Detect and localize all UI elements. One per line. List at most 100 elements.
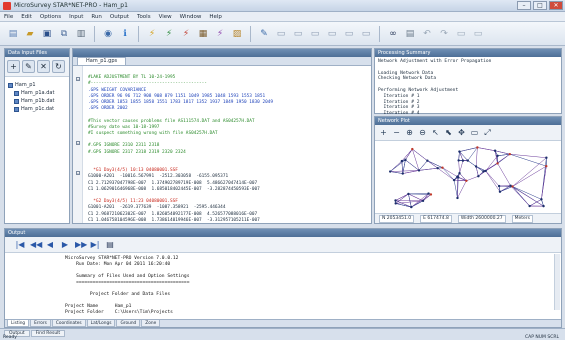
network-station[interactable] — [508, 152, 512, 156]
tool-d-icon[interactable]: ▭ — [325, 27, 339, 41]
bottom-tab-find[interactable]: Find Result — [30, 330, 66, 337]
pan-icon[interactable]: ✥ — [457, 128, 466, 137]
tab-coordinates[interactable]: Coordinates — [51, 320, 86, 327]
menu-window[interactable]: Window — [180, 14, 202, 20]
network-station[interactable] — [407, 192, 410, 196]
network-station[interactable] — [540, 198, 543, 201]
menu-input[interactable]: Input — [69, 14, 83, 20]
network-station[interactable] — [417, 169, 421, 172]
print-icon[interactable]: ▥ — [74, 27, 88, 41]
network-station[interactable] — [498, 190, 502, 193]
network-station[interactable] — [401, 172, 404, 175]
network-station[interactable] — [465, 179, 468, 182]
tab-errors[interactable]: Errors — [30, 320, 51, 327]
network-station[interactable] — [493, 149, 497, 152]
table-icon[interactable]: ▤ — [105, 240, 115, 249]
tool-a-icon[interactable]: ▭ — [274, 27, 288, 41]
refresh-button[interactable]: ↻ — [52, 60, 65, 73]
run-adjust-icon[interactable]: ⚡ — [145, 27, 159, 41]
network-station[interactable] — [461, 159, 465, 162]
network-station[interactable] — [441, 166, 444, 169]
remove-file-button[interactable]: ✕ — [37, 60, 50, 73]
network-station[interactable] — [458, 172, 461, 175]
select-icon[interactable]: ↖ — [431, 128, 440, 137]
network-station[interactable] — [426, 159, 429, 162]
network-station[interactable] — [528, 204, 531, 208]
network-station[interactable] — [456, 175, 459, 178]
menu-edit[interactable]: Edit — [21, 14, 32, 20]
tab-latlongs[interactable]: Lat/Longs — [86, 320, 116, 327]
network-station[interactable] — [477, 175, 480, 178]
network-station[interactable] — [404, 158, 407, 162]
menu-tools[interactable]: Tools — [137, 14, 151, 20]
tab-zone[interactable]: Zone — [141, 320, 161, 327]
run-check-icon[interactable]: ⚡ — [162, 27, 176, 41]
undo-icon[interactable]: ↶ — [420, 27, 434, 41]
fold-icon[interactable]: - — [76, 141, 80, 146]
network-station[interactable] — [400, 159, 404, 163]
tool-g-icon[interactable]: ▭ — [454, 27, 468, 41]
tool-f-icon[interactable]: ▭ — [359, 27, 373, 41]
pointer-icon[interactable]: ⬉ — [444, 128, 453, 137]
zoom-prev-icon[interactable]: ⊖ — [418, 128, 427, 137]
menu-file[interactable]: File — [4, 14, 13, 20]
menu-output[interactable]: Output — [110, 14, 129, 20]
network-station[interactable] — [421, 199, 425, 203]
minimize-button[interactable]: – — [517, 1, 531, 10]
open-icon[interactable]: ▰ — [23, 27, 37, 41]
find-icon[interactable]: ▤ — [403, 27, 417, 41]
first-icon[interactable]: |◀ — [15, 240, 25, 249]
menu-view[interactable]: View — [159, 14, 172, 20]
network-station[interactable] — [458, 150, 461, 153]
tree-file[interactable]: Ham_p1a.dat — [8, 89, 66, 97]
save-icon[interactable]: ▣ — [40, 27, 54, 41]
tree-file[interactable]: Ham_p1c.dat — [8, 105, 66, 113]
run-preanalysis-icon[interactable]: ⚡ — [179, 27, 193, 41]
network-station[interactable] — [545, 156, 548, 159]
output-files-icon[interactable]: ▨ — [230, 27, 244, 41]
network-station[interactable] — [427, 192, 430, 195]
menu-run[interactable]: Run — [91, 14, 102, 20]
network-plot[interactable] — [376, 142, 561, 214]
code-area[interactable]: - - - #LAKE ADJUSTMENT BY TL 10-24-1995 #… — [73, 66, 371, 223]
network-station[interactable] — [466, 159, 469, 162]
menu-options[interactable]: Options — [40, 14, 61, 20]
network-station[interactable] — [496, 162, 499, 165]
network-station[interactable] — [476, 146, 479, 149]
window-icon[interactable]: ▭ — [470, 128, 479, 137]
network-station[interactable] — [429, 193, 433, 196]
editor-tab[interactable]: Ham_p1.gps — [77, 57, 127, 65]
network-station[interactable] — [456, 196, 459, 200]
tab-ground[interactable]: Ground — [116, 320, 141, 327]
last-icon[interactable]: ▶| — [90, 240, 100, 249]
tool-h-icon[interactable]: ▭ — [471, 27, 485, 41]
network-station[interactable] — [482, 170, 485, 173]
network-station[interactable] — [497, 184, 501, 188]
redo-icon[interactable]: ↷ — [437, 27, 451, 41]
tool-e-icon[interactable]: ▭ — [342, 27, 356, 41]
menu-help[interactable]: Help — [209, 14, 222, 20]
prev-icon[interactable]: ◀ — [45, 240, 55, 249]
zoom-icon[interactable]: ◉ — [101, 27, 115, 41]
network-station[interactable] — [542, 204, 545, 208]
tree-root[interactable]: Ham_p1 — [8, 81, 66, 89]
network-station[interactable] — [436, 166, 439, 170]
fit-icon[interactable]: ⤢ — [483, 128, 492, 137]
network-station[interactable] — [452, 178, 456, 182]
network-station[interactable] — [484, 169, 487, 173]
maximize-button[interactable]: □ — [533, 1, 547, 10]
rewind-icon[interactable]: ◀◀ — [30, 240, 42, 249]
network-station[interactable] — [388, 170, 392, 173]
output-listing-icon[interactable]: ▦ — [196, 27, 210, 41]
forward-icon[interactable]: ▶▶ — [75, 240, 87, 249]
network-station[interactable] — [394, 199, 397, 202]
output-text[interactable]: MicroSurvey STAR*NET-PRO Version 7.0.0.1… — [65, 256, 189, 316]
network-station[interactable] — [410, 205, 413, 209]
tool-c-icon[interactable]: ▭ — [308, 27, 322, 41]
copy-icon[interactable]: ⧉ — [57, 27, 71, 41]
edit-file-button[interactable]: ✎ — [22, 60, 35, 73]
binoculars-icon[interactable]: ∞ — [386, 27, 400, 41]
fold-icon[interactable]: - — [76, 171, 80, 176]
tab-listing[interactable]: Listing — [7, 320, 30, 327]
fold-icon[interactable]: - — [76, 77, 80, 82]
